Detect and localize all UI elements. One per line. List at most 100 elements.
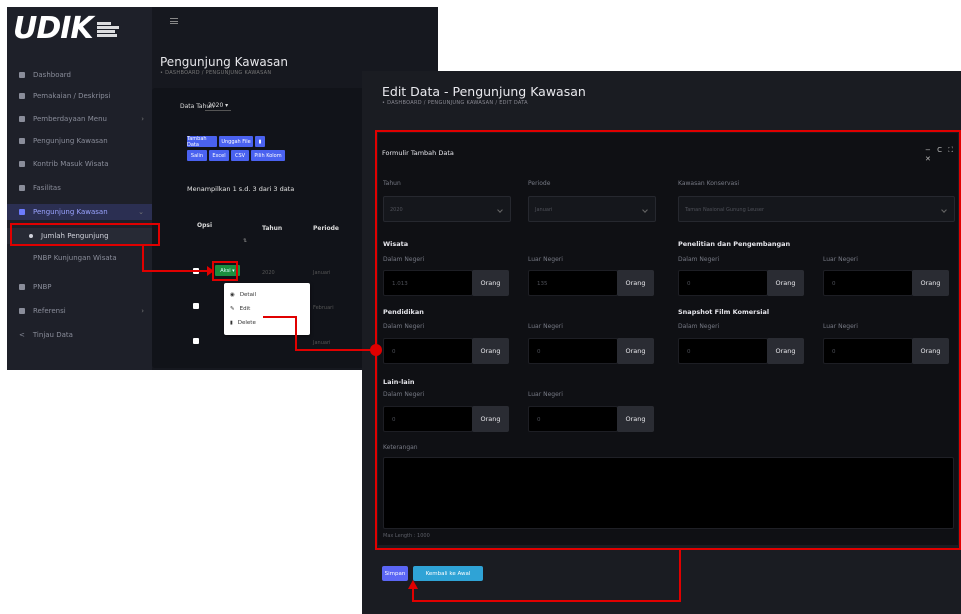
trash-icon: ▮ [230,320,233,326]
dashboard-icon [19,72,25,78]
hamburger-menu-icon[interactable] [170,18,178,24]
sidebar-item-fasilitas[interactable]: Fasilitas [7,180,152,196]
keterangan-label: Keterangan [383,444,418,451]
row-checkbox[interactable] [193,268,199,274]
kawasan-select[interactable]: Taman Nasional Gunung Leuser [678,196,955,222]
film-dn-input[interactable]: 0 [678,338,768,364]
dropdown-item-delete[interactable]: ▮ Delete [230,320,256,326]
dn-label: Dalam Negeri [383,256,425,263]
upload-file-button[interactable]: Unggah File [219,136,253,147]
dot-icon [29,234,33,238]
unit-addon: Orang [617,406,654,432]
document-icon[interactable]: ▮ [255,136,265,147]
logo-stripes [96,21,119,37]
eye-icon: ◉ [230,292,235,298]
periode-label: Periode [528,180,551,187]
max-length-hint: Max Length : 1000 [383,533,430,539]
sidebar-item-pnbp-kunjungan[interactable]: PNBP Kunjungan Wisata [7,250,152,266]
ln-label: Luar Negeri [528,323,563,330]
action-dropdown-button[interactable]: Aksi ▾ [215,265,240,276]
section-penelitian: Penelitian dan Pengembangan [678,240,791,248]
logo-text: UDIK [13,11,94,46]
sidebar: UDIK Dashboard Pemakaian / Deskripsi Pem… [7,7,152,370]
sidebar-item-pengunjung-kawasan[interactable]: Pengunjung Kawasan ⌄ [7,204,152,220]
menu-icon [19,161,25,167]
wisata-dn-input[interactable]: 1.013 [383,270,473,296]
column-header-periode[interactable]: Periode [313,225,339,232]
table-info: Menampilkan 1 s.d. 3 dari 3 data [187,185,295,193]
column-header-opsi[interactable]: Opsi [197,222,212,229]
section-film: Snapshot Film Komersial [678,308,770,316]
sidebar-item-jumlah-pengunjung[interactable]: Jumlah Pengunjung [7,228,152,244]
excel-button[interactable]: Excel [209,150,229,161]
unit-addon: Orang [472,270,509,296]
back-button[interactable]: Kembali ke Awal [413,566,483,581]
pencil-icon: ✎ [230,306,235,312]
column-header-tahun[interactable]: Tahun [262,225,282,232]
save-button[interactable]: Simpan [382,566,408,581]
add-data-button[interactable]: Tambah Data [187,136,217,148]
ln-label: Luar Negeri [823,256,858,263]
penelitian-dn-input[interactable]: 0 [678,270,768,296]
ln-label: Luar Negeri [528,256,563,263]
pendidikan-dn-input[interactable]: 0 [383,338,473,364]
share-icon: < [19,331,25,339]
action-dropdown-menu: ◉ Detail ✎ Edit ▮ Delete [224,283,310,335]
ln-label: Luar Negeri [823,323,858,330]
menu-icon [19,138,25,144]
unit-addon: Orang [472,406,509,432]
year-select[interactable]: 2020 ▾ [205,101,232,111]
penelitian-ln-input[interactable]: 0 [823,270,913,296]
section-pendidikan: Pendidikan [383,308,424,316]
csv-button[interactable]: CSV [231,150,249,161]
keterangan-textarea[interactable] [383,457,954,529]
dn-label: Dalam Negeri [678,256,720,263]
card-tools-icons[interactable]: − C ⛶ ✕ [925,146,961,163]
lain-dn-input[interactable]: 0 [383,406,473,432]
form-card-title: Formulir Tambah Data [382,149,454,157]
edit-breadcrumb: • DASHBOARD / PENGUNJUNG KAWASAN / EDIT … [382,100,528,106]
unit-addon: Orang [912,338,949,364]
row-checkbox[interactable] [193,303,199,309]
edit-page-title: Edit Data - Pengunjung Kawasan [382,84,586,99]
chevron-down-icon: ⌄ [138,208,144,216]
film-ln-input[interactable]: 0 [823,338,913,364]
menu-icon [19,116,25,122]
table-cell: Februari [313,305,334,311]
table-cell: 2020 [262,270,275,276]
menu-icon [19,209,25,215]
tahun-select[interactable]: 2020 [383,196,511,222]
sidebar-item-pemakaian[interactable]: Pemakaian / Deskripsi [7,88,152,104]
periode-select[interactable]: Januari [528,196,656,222]
chevron-right-icon: › [141,115,144,123]
menu-icon [19,185,25,191]
sidebar-item-dashboard[interactable]: Dashboard [7,67,152,83]
menu-icon [19,308,25,314]
sidebar-item-pnbp[interactable]: PNBP [7,279,152,295]
unit-addon: Orang [767,338,804,364]
dropdown-item-detail[interactable]: ◉ Detail [230,292,256,298]
wisata-ln-input[interactable]: 135 [528,270,618,296]
sort-icon: ⇅ [243,238,248,244]
sidebar-item-kontrib[interactable]: Kontrib Masuk Wisata [7,156,152,172]
sidebar-item-referensi[interactable]: Referensi › [7,303,152,319]
dropdown-item-edit[interactable]: ✎ Edit [230,306,250,312]
unit-addon: Orang [617,270,654,296]
pendidikan-ln-input[interactable]: 0 [528,338,618,364]
column-visibility-button[interactable]: Pilih Kolom [251,150,285,161]
page-title: Pengunjung Kawasan [160,55,288,69]
unit-addon: Orang [912,270,949,296]
lain-ln-input[interactable]: 0 [528,406,618,432]
sidebar-item-pemberdayaan[interactable]: Pemberdayaan Menu › [7,111,152,127]
copy-button[interactable]: Salin [187,150,207,161]
row-checkbox[interactable] [193,338,199,344]
sidebar-item-tinjau-data[interactable]: < Tinjau Data [7,327,152,343]
table-cell: Januari [313,340,331,346]
unit-addon: Orang [617,338,654,364]
sidebar-item-kunjungan[interactable]: Pengunjung Kawasan [7,133,152,149]
menu-icon [19,93,25,99]
section-wisata: Wisata [383,240,409,248]
section-lain: Lain-lain [383,378,415,386]
dn-label: Dalam Negeri [678,323,720,330]
breadcrumb: • DASHBOARD / PENGUNJUNG KAWASAN [160,70,272,76]
